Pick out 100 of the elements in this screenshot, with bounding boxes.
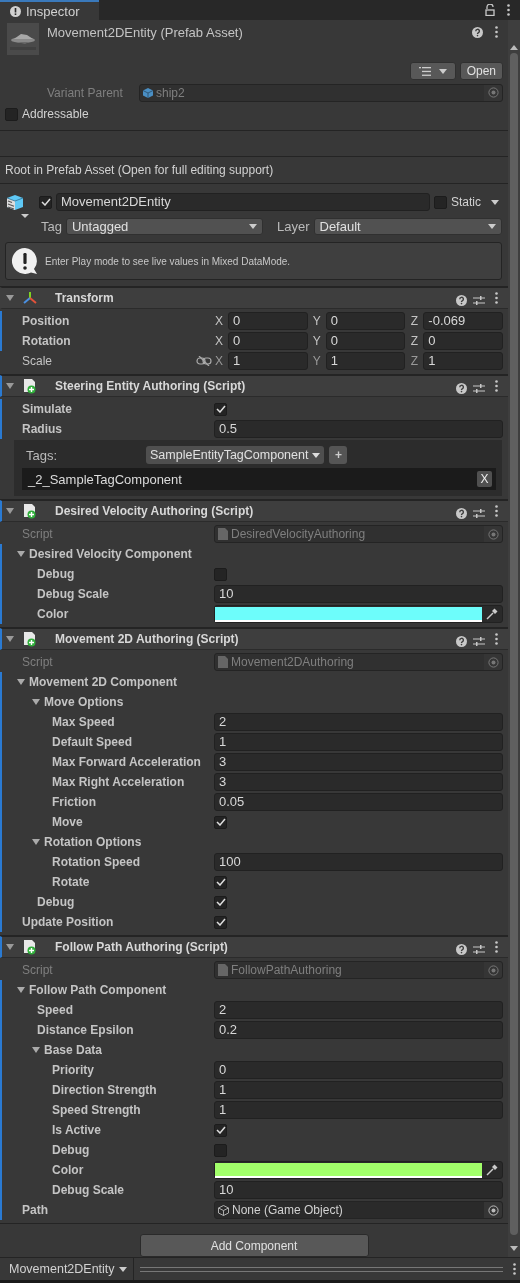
number-field[interactable]: 1 — [214, 1101, 503, 1119]
object-picker-icon[interactable] — [487, 87, 499, 99]
addressable-checkbox[interactable] — [5, 107, 18, 121]
splitter-handle[interactable] — [139, 1266, 503, 1272]
foldout-arrow-icon[interactable] — [6, 294, 14, 302]
checkbox[interactable] — [214, 402, 227, 416]
more-icon[interactable] — [507, 4, 510, 16]
eyedropper-icon[interactable] — [486, 608, 498, 620]
remove-tag-button[interactable]: X — [477, 471, 492, 487]
foldout-arrow-icon[interactable] — [17, 550, 25, 558]
number-field[interactable]: 100 — [214, 853, 503, 871]
add-component-button[interactable]: Add Component — [139, 1234, 369, 1257]
foldout-arrow-icon[interactable] — [32, 1046, 40, 1054]
number-field[interactable]: 3 — [214, 753, 503, 771]
open-button[interactable]: Open — [459, 62, 503, 80]
number-field[interactable]: 1 — [214, 1081, 503, 1099]
scroll-down-icon[interactable] — [510, 1246, 518, 1251]
help-icon[interactable] — [456, 382, 467, 394]
foldout-arrow-icon[interactable] — [17, 678, 25, 686]
number-field[interactable]: 1 — [228, 352, 308, 370]
component-header[interactable]: Movement 2D Authoring (Script) — [0, 628, 508, 650]
active-checkbox[interactable] — [39, 195, 52, 209]
number-field[interactable]: 0 — [214, 1061, 503, 1079]
add-tag-button[interactable]: + — [329, 446, 348, 464]
foldout-arrow-icon[interactable] — [6, 382, 14, 390]
foldout-arrow-icon[interactable] — [32, 838, 40, 846]
static-checkbox[interactable] — [434, 195, 447, 209]
settings-icon[interactable] — [473, 294, 485, 306]
settings-icon[interactable] — [473, 943, 485, 955]
checkbox[interactable] — [214, 915, 227, 929]
overrides-dropdown[interactable] — [409, 62, 456, 80]
number-field[interactable]: 10 — [214, 585, 503, 603]
number-field[interactable]: 1 — [214, 733, 503, 751]
scrollbar[interactable] — [508, 20, 520, 1257]
number-field[interactable]: 3 — [214, 773, 503, 791]
settings-icon[interactable] — [473, 635, 485, 647]
foldout-arrow-icon[interactable] — [6, 943, 14, 951]
help-icon[interactable] — [456, 294, 467, 306]
more-icon[interactable] — [495, 26, 498, 38]
number-field[interactable]: 0 — [228, 312, 308, 330]
component-header[interactable]: Follow Path Authoring (Script) — [0, 936, 508, 958]
object-field[interactable]: None (Game Object) — [214, 1201, 503, 1219]
number-field[interactable]: -0.069 — [423, 312, 503, 330]
cube-icon[interactable] — [5, 193, 31, 219]
tag-dropdown[interactable]: Untagged — [65, 217, 263, 235]
color-field[interactable] — [214, 605, 503, 623]
foldout-arrow-icon[interactable] — [17, 986, 25, 994]
object-picker-icon[interactable] — [487, 1204, 499, 1216]
field-label: Path — [22, 1203, 49, 1217]
more-icon[interactable] — [495, 505, 498, 517]
name-field[interactable]: Movement2DEntity — [56, 193, 430, 211]
checkbox[interactable] — [214, 1123, 227, 1137]
settings-icon[interactable] — [473, 382, 485, 394]
more-icon[interactable] — [495, 633, 498, 645]
number-field[interactable]: 0 — [423, 332, 503, 350]
layer-dropdown[interactable]: Default — [313, 217, 502, 235]
number-field[interactable]: 10 — [214, 1181, 503, 1199]
tag-type-dropdown[interactable]: SampleEntityTagComponent — [146, 446, 325, 464]
help-icon[interactable] — [456, 635, 467, 647]
number-field[interactable]: 0 — [325, 332, 406, 350]
caret-icon[interactable] — [491, 199, 499, 205]
foldout-arrow-icon[interactable] — [32, 698, 40, 706]
unlink-icon[interactable] — [196, 356, 212, 366]
checkbox[interactable] — [214, 875, 227, 889]
checkbox[interactable] — [214, 1143, 227, 1157]
foldout-arrow-icon[interactable] — [6, 507, 14, 515]
number-field[interactable]: 2 — [214, 713, 503, 731]
inspector-tab[interactable]: Inspector — [0, 0, 100, 20]
help-icon[interactable] — [456, 943, 467, 955]
color-field[interactable] — [214, 1161, 503, 1179]
layer-label: Layer — [276, 218, 310, 234]
help-icon[interactable] — [472, 27, 483, 38]
axis-label: Z — [409, 354, 419, 368]
more-icon[interactable] — [513, 1263, 516, 1275]
number-field[interactable]: 0.05 — [214, 793, 503, 811]
eyedropper-icon[interactable] — [486, 1164, 498, 1176]
number-field[interactable]: 0.2 — [214, 1021, 503, 1039]
component-header[interactable]: Desired Velocity Authoring (Script) — [0, 500, 508, 522]
breadcrumb-dropdown[interactable]: Movement2DEntity — [0, 1258, 134, 1280]
caret-icon — [118, 1266, 127, 1272]
foldout-arrow-icon[interactable] — [6, 635, 14, 643]
number-field[interactable]: 0 — [228, 332, 308, 350]
script-file-icon — [218, 656, 228, 668]
settings-icon[interactable] — [473, 507, 485, 519]
lock-icon[interactable] — [485, 4, 495, 16]
scroll-up-icon[interactable] — [510, 45, 518, 50]
more-icon[interactable] — [495, 941, 498, 953]
number-field[interactable]: 0 — [325, 312, 406, 330]
checkbox[interactable] — [214, 895, 227, 909]
more-icon[interactable] — [495, 292, 498, 304]
checkbox[interactable] — [214, 815, 227, 829]
number-field[interactable]: 0.5 — [214, 420, 503, 438]
more-icon[interactable] — [495, 380, 498, 392]
component-header[interactable]: Transform — [0, 287, 508, 309]
checkbox[interactable] — [214, 567, 227, 581]
number-field[interactable]: 1 — [325, 352, 406, 370]
help-icon[interactable] — [456, 507, 467, 519]
number-field[interactable]: 2 — [214, 1001, 503, 1019]
number-field[interactable]: 1 — [423, 352, 503, 370]
component-header[interactable]: Steering Entity Authoring (Script) — [0, 375, 508, 397]
